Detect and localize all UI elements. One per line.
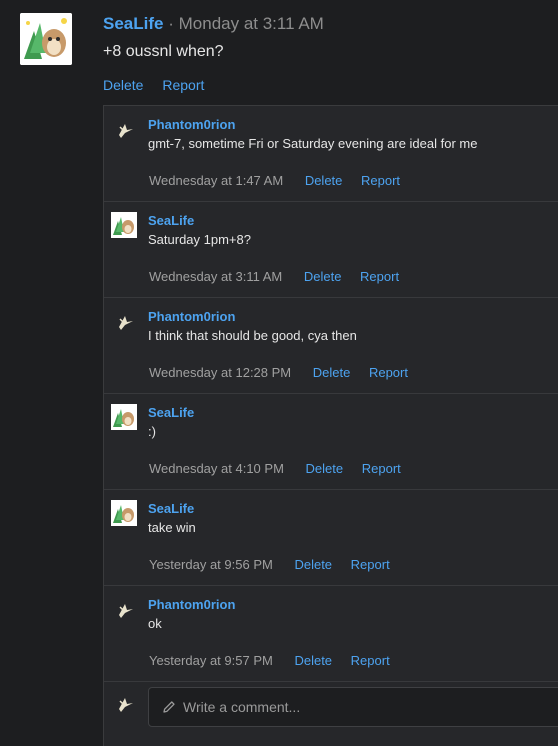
comment-item: Phantom0rion I think that should be good… <box>104 298 558 394</box>
comment-report-link[interactable]: Report <box>361 173 400 188</box>
comment-delete-link[interactable]: Delete <box>304 269 342 284</box>
write-comment-row: Write a comment... <box>104 683 558 746</box>
comment-item: SeaLife :) Wednesday at 4:10 PM Delete R… <box>104 394 558 490</box>
sealife-avatar[interactable] <box>111 500 137 526</box>
comment-item: SeaLife Saturday 1pm+8? Wednesday at 3:1… <box>104 202 558 298</box>
comment-meta: Wednesday at 3:11 AM Delete Report <box>149 269 414 284</box>
glider-icon[interactable] <box>111 308 137 334</box>
comment-meta: Wednesday at 1:47 AM Delete Report <box>149 173 415 188</box>
sealife-avatar[interactable] <box>111 212 137 238</box>
pencil-icon <box>161 699 177 715</box>
comment-delete-link[interactable]: Delete <box>306 461 344 476</box>
comment-delete-link[interactable]: Delete <box>294 557 332 572</box>
post-body: +8 oussnl when? <box>103 43 224 60</box>
post-actions: Delete Report <box>103 77 219 93</box>
comment-text: gmt-7, sometime Fri or Saturday evening … <box>148 136 478 151</box>
comment-author[interactable]: Phantom0rion <box>148 117 235 132</box>
comment-author[interactable]: SeaLife <box>148 501 194 516</box>
post-separator: · <box>168 14 174 33</box>
comment-author[interactable]: Phantom0rion <box>148 597 235 612</box>
comment-report-link[interactable]: Report <box>369 365 408 380</box>
post-author[interactable]: SeaLife <box>103 14 163 33</box>
comment-meta: Wednesday at 4:10 PM Delete Report <box>149 461 416 476</box>
comment-author[interactable]: SeaLife <box>148 405 194 420</box>
comment-timestamp[interactable]: Wednesday at 3:11 AM <box>149 269 282 284</box>
comment-text: :) <box>148 424 156 439</box>
comment-timestamp[interactable]: Wednesday at 4:10 PM <box>149 461 284 476</box>
write-comment-placeholder: Write a comment... <box>183 699 301 715</box>
write-comment-input[interactable]: Write a comment... <box>148 687 558 727</box>
left-rail <box>0 0 93 739</box>
comment-delete-link[interactable]: Delete <box>294 653 332 668</box>
comment-author[interactable]: Phantom0rion <box>148 309 235 324</box>
comment-delete-link[interactable]: Delete <box>313 365 351 380</box>
comment-report-link[interactable]: Report <box>360 269 399 284</box>
comment-report-link[interactable]: Report <box>351 557 390 572</box>
comment-text: take win <box>148 520 196 535</box>
comment-author[interactable]: SeaLife <box>148 213 194 228</box>
comment-item: Phantom0rion ok Yesterday at 9:57 PM Del… <box>104 586 558 682</box>
comment-meta: Yesterday at 9:56 PM Delete Report <box>149 557 405 572</box>
glider-icon <box>111 690 137 716</box>
post-header: SeaLife · Monday at 3:11 AM <box>103 14 324 34</box>
glider-icon[interactable] <box>111 596 137 622</box>
post-delete-link[interactable]: Delete <box>103 77 143 93</box>
comment-text: ok <box>148 616 162 631</box>
post-timestamp[interactable]: Monday at 3:11 AM <box>179 14 324 33</box>
comment-text: I think that should be good, cya then <box>148 328 357 343</box>
comment-delete-link[interactable]: Delete <box>305 173 343 188</box>
comment-item: Phantom0rion gmt-7, sometime Fri or Satu… <box>104 106 558 202</box>
post-report-link[interactable]: Report <box>162 77 204 93</box>
sealife-avatar[interactable] <box>111 404 137 430</box>
comment-meta: Yesterday at 9:57 PM Delete Report <box>149 653 405 668</box>
comment-meta: Wednesday at 12:28 PM Delete Report <box>149 365 423 380</box>
comment-text: Saturday 1pm+8? <box>148 232 251 247</box>
comment-report-link[interactable]: Report <box>351 653 390 668</box>
comment-timestamp[interactable]: Wednesday at 1:47 AM <box>149 173 283 188</box>
glider-icon[interactable] <box>111 116 137 142</box>
comment-report-link[interactable]: Report <box>362 461 401 476</box>
comment-timestamp[interactable]: Yesterday at 9:56 PM <box>149 557 273 572</box>
comment-item: SeaLife take win Yesterday at 9:56 PM De… <box>104 490 558 586</box>
comment-list: Phantom0rion gmt-7, sometime Fri or Satu… <box>103 105 558 746</box>
sealife-avatar[interactable] <box>20 13 72 65</box>
comment-timestamp[interactable]: Wednesday at 12:28 PM <box>149 365 291 380</box>
comment-timestamp[interactable]: Yesterday at 9:57 PM <box>149 653 273 668</box>
